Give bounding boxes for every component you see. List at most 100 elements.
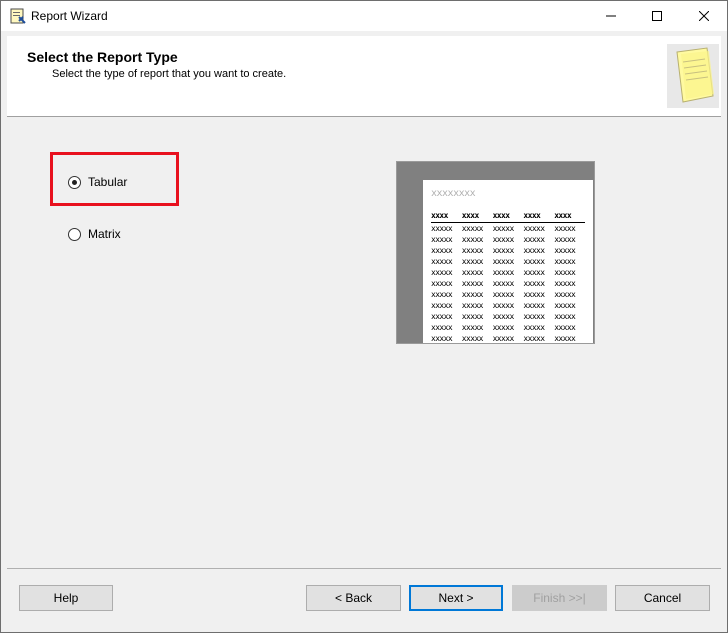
preview-row-cell: xxxxx	[492, 235, 515, 244]
preview-row-cell: xxxxx	[461, 290, 484, 299]
preview-row-cell: xxxxx	[461, 334, 484, 343]
preview-header-cell: xxxx	[523, 211, 541, 220]
preview-header-cell: xxxx	[492, 211, 510, 220]
tabular-option[interactable]: Tabular	[68, 175, 127, 189]
preview-row-cell: xxxxx	[461, 268, 484, 277]
preview-row-cell: xxxxx	[431, 268, 453, 277]
preview-table-row: xxxxx xxxxx xxxxx xxxxx xxxxx	[431, 289, 585, 300]
preview-row-cell: xxxxx	[554, 312, 576, 321]
preview-table-row: xxxxx xxxxx xxxxx xxxxx xxxxx	[431, 333, 585, 343]
preview-row-cell: xxxxx	[523, 257, 545, 266]
preview-table-row: xxxxx xxxxx xxxxx xxxxx xxxxx	[431, 278, 585, 289]
preview-row-cell: xxxxx	[523, 290, 545, 299]
preview-row-cell: xxxxx	[461, 312, 484, 321]
preview-row-cell: xxxxx	[554, 301, 576, 310]
preview-title-placeholder: xxxxxxxx	[431, 188, 476, 199]
preview-page: xxxxxxxx xxxx xxxx xxxx xxxx xxxx xxxxx x…	[423, 180, 593, 343]
preview-row-cell: xxxxx	[492, 268, 515, 277]
preview-row-cell: xxxxx	[523, 246, 545, 255]
minimize-icon	[606, 15, 616, 17]
preview-row-cell: xxxxx	[492, 246, 515, 255]
preview-table-row: xxxxx xxxxx xxxxx xxxxx xxxxx	[431, 311, 585, 322]
preview-row-cell: xxxxx	[554, 257, 576, 266]
preview-row-cell: xxxxx	[431, 312, 453, 321]
wizard-footer: Help < Back Next > Finish >>| Cancel	[7, 569, 721, 627]
preview-row-cell: xxxxx	[523, 323, 545, 332]
report-type-preview: xxxxxxxx xxxx xxxx xxxx xxxx xxxx xxxxx x…	[396, 161, 595, 344]
preview-row-cell: xxxxx	[461, 257, 484, 266]
preview-row-cell: xxxxx	[492, 224, 515, 233]
report-wizard-window: Report Wizard Select the Report Type Sel…	[0, 0, 728, 633]
preview-row-cell: xxxxx	[461, 246, 484, 255]
preview-row-cell: xxxxx	[431, 246, 453, 255]
close-icon	[699, 11, 709, 21]
preview-table-row: xxxxx xxxxx xxxxx xxxxx xxxxx	[431, 256, 585, 267]
preview-table-row: xxxxx xxxxx xxxxx xxxxx xxxxx	[431, 234, 585, 245]
preview-row-cell: xxxxx	[554, 235, 576, 244]
preview-row-cell: xxxxx	[554, 246, 576, 255]
preview-row-cell: xxxxx	[431, 235, 453, 244]
preview-row-cell: xxxxx	[492, 257, 515, 266]
preview-header-cell: xxxx	[431, 211, 448, 220]
preview-row-cell: xxxxx	[492, 334, 515, 343]
preview-row-cell: xxxxx	[523, 334, 545, 343]
preview-row-cell: xxxxx	[461, 224, 484, 233]
preview-row-cell: xxxxx	[554, 268, 576, 277]
maximize-button[interactable]	[634, 1, 680, 31]
wizard-header: Select the Report Type Select the type o…	[7, 36, 721, 117]
preview-row-cell: xxxxx	[523, 301, 545, 310]
wizard-report-icon	[667, 44, 719, 108]
close-button[interactable]	[681, 1, 727, 31]
preview-row-cell: xxxxx	[492, 301, 515, 310]
preview-row-cell: xxxxx	[431, 334, 453, 343]
preview-row-cell: xxxxx	[431, 257, 453, 266]
preview-row-cell: xxxxx	[431, 290, 453, 299]
preview-row-cell: xxxxx	[523, 235, 545, 244]
preview-row-cell: xxxxx	[554, 224, 576, 233]
maximize-icon	[652, 11, 662, 21]
window-title: Report Wizard	[31, 9, 108, 23]
preview-table-header: xxxx xxxx xxxx xxxx xxxx	[431, 210, 585, 223]
preview-header-cell: xxxx	[554, 211, 572, 220]
cancel-button[interactable]: Cancel	[615, 585, 710, 611]
tabular-label: Tabular	[88, 175, 128, 189]
preview-row-cell: xxxxx	[523, 268, 545, 277]
preview-table-body: xxxxx xxxxx xxxxx xxxxx xxxxx xxxxx xxxxx xxxxx…	[431, 223, 585, 343]
preview-table-row: xxxxx xxxxx xxxxx xxxxx xxxxx	[431, 322, 585, 333]
preview-row-cell: xxxxx	[492, 279, 515, 288]
matrix-radio[interactable]	[68, 227, 81, 241]
next-button[interactable]: Next >	[409, 585, 503, 611]
preview-row-cell: xxxxx	[492, 290, 515, 299]
finish-button[interactable]: Finish >>|	[512, 585, 607, 611]
preview-row-cell: xxxxx	[523, 224, 545, 233]
tabular-radio[interactable]	[68, 175, 81, 189]
preview-header-cell: xxxx	[461, 211, 479, 220]
matrix-label: Matrix	[88, 227, 121, 241]
help-button[interactable]: Help	[19, 585, 113, 611]
title-bar: Report Wizard	[1, 1, 727, 31]
page-title: Select the Report Type	[27, 49, 178, 65]
preview-row-cell: xxxxx	[492, 312, 515, 321]
preview-row-cell: xxxxx	[492, 323, 515, 332]
page-subtitle: Select the type of report that you want …	[52, 68, 287, 80]
preview-row-cell: xxxxx	[431, 224, 453, 233]
preview-row-cell: xxxxx	[554, 323, 576, 332]
back-button[interactable]: < Back	[306, 585, 401, 611]
preview-row-cell: xxxxx	[554, 290, 576, 299]
preview-row-cell: xxxxx	[461, 301, 484, 310]
preview-row-cell: xxxxx	[461, 279, 484, 288]
preview-table: xxxx xxxx xxxx xxxx xxxx xxxxx xxxxx xxxxx…	[431, 210, 585, 343]
report-wizard-app-icon	[10, 8, 26, 24]
preview-row-cell: xxxxx	[431, 323, 453, 332]
preview-row-cell: xxxxx	[461, 235, 484, 244]
preview-table-row: xxxxx xxxxx xxxxx xxxxx xxxxx	[431, 223, 585, 234]
matrix-option[interactable]: Matrix	[68, 227, 121, 241]
preview-row-cell: xxxxx	[523, 312, 545, 321]
preview-row-cell: xxxxx	[554, 279, 576, 288]
preview-row-cell: xxxxx	[431, 279, 453, 288]
preview-row-cell: xxxxx	[461, 323, 484, 332]
minimize-button[interactable]	[588, 1, 634, 31]
preview-table-row: xxxxx xxxxx xxxxx xxxxx xxxxx	[431, 300, 585, 311]
preview-row-cell: xxxxx	[554, 334, 576, 343]
preview-table-row: xxxxx xxxxx xxxxx xxxxx xxxxx	[431, 267, 585, 278]
